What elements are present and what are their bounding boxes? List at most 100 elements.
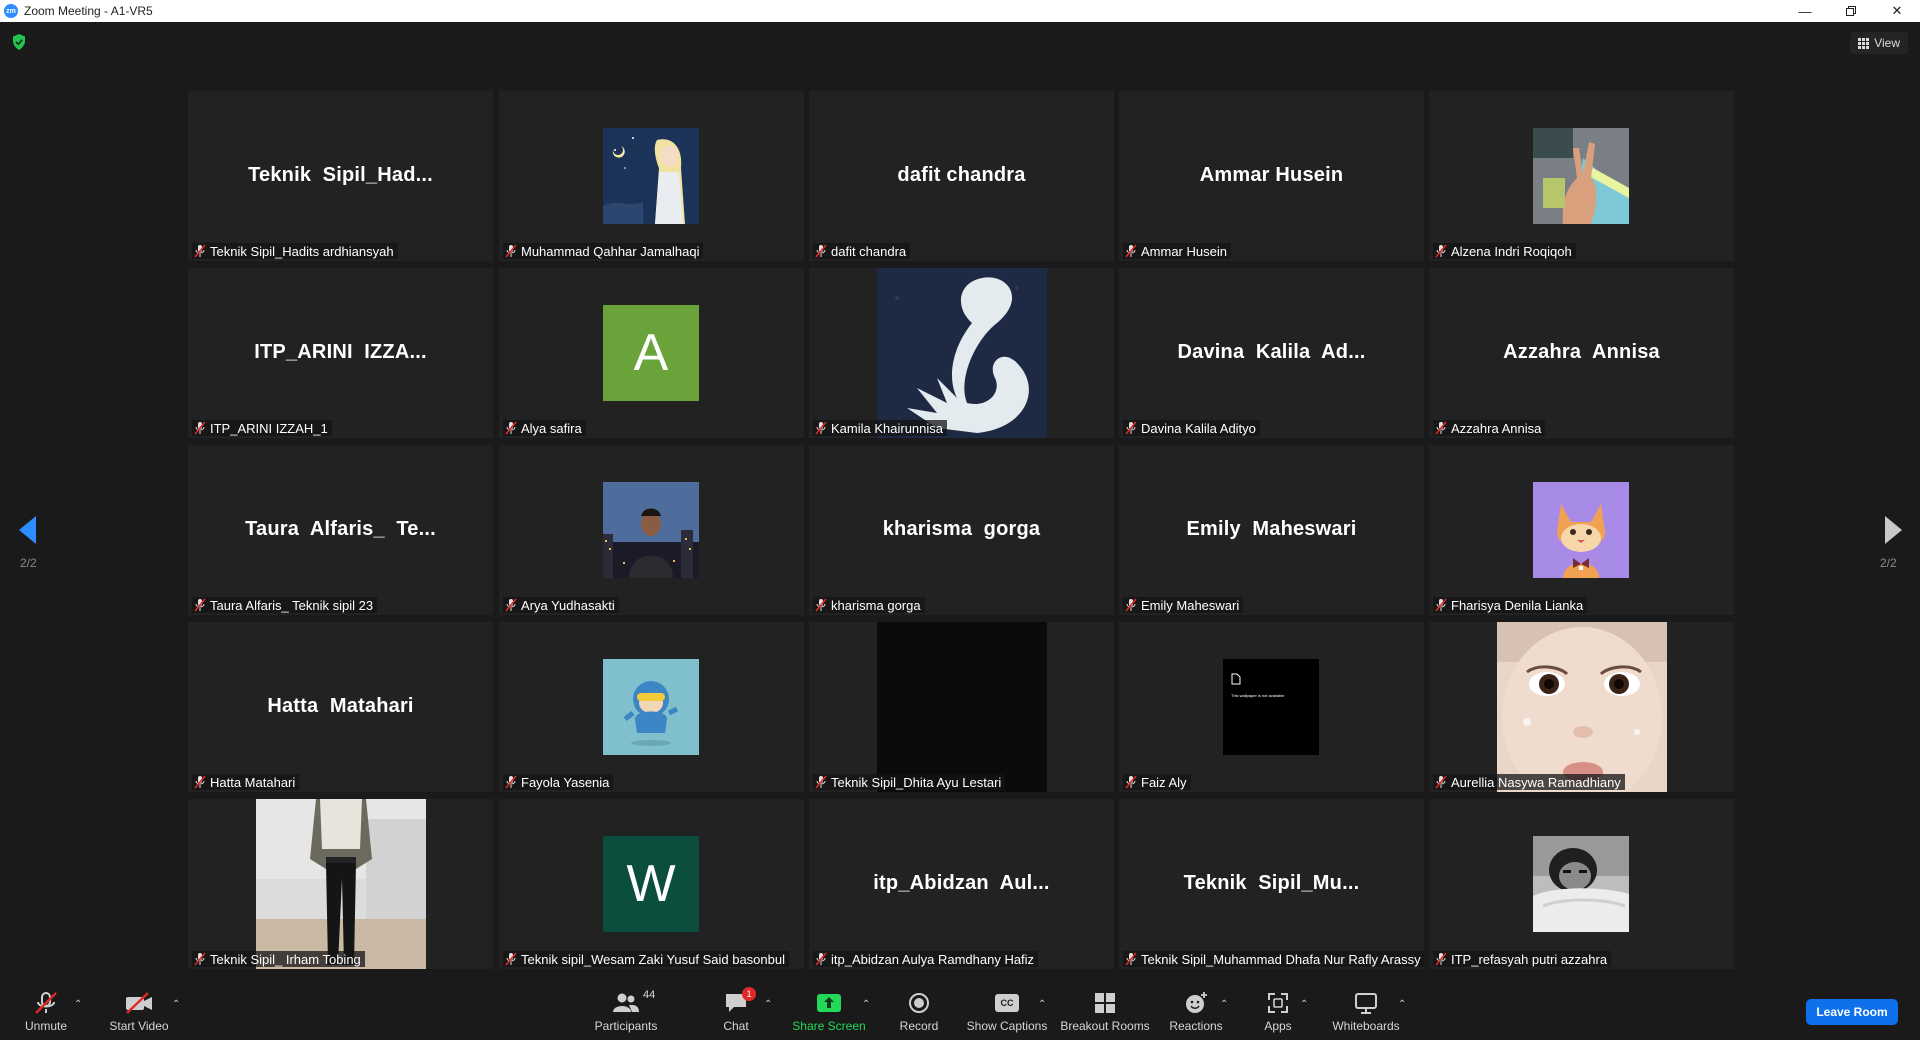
participant-name-tag: Faiz Aly: [1123, 774, 1191, 790]
participant-name-tag: Taura Alfaris_ Teknik sipil 23: [192, 597, 378, 613]
muted-mic-icon: [815, 952, 827, 966]
reactions-button[interactable]: Reactions: [1169, 969, 1223, 1040]
video-options-caret-icon[interactable]: ⌃: [172, 999, 180, 1010]
participant-display-name: Davina Kalila Ad...: [1177, 341, 1366, 363]
chat-options-caret-icon[interactable]: ⌃: [764, 999, 772, 1010]
whiteboards-label: Whiteboards: [1332, 1019, 1400, 1033]
leave-room-button[interactable]: Leave Room: [1806, 999, 1898, 1025]
audio-options-caret-icon[interactable]: ⌃: [74, 999, 82, 1010]
muted-mic-icon: [194, 421, 206, 435]
participant-display-name: Teknik Sipil_Had...: [248, 164, 433, 186]
participant-display-name: Ammar Husein: [1199, 164, 1344, 186]
participant-tile[interactable]: ITP_ARINI IZZA... ITP_ARINI IZZAH_1: [188, 268, 493, 438]
participant-tile[interactable]: Taura Alfaris_ Te... Taura Alfaris_ Tekni…: [188, 445, 493, 615]
view-label: View: [1874, 36, 1900, 50]
participant-tile[interactable]: Kamila Khairunnisa: [809, 268, 1114, 438]
participant-tile[interactable]: This wallpaper is not available Faiz Aly: [1119, 622, 1424, 792]
participant-tile[interactable]: Emily Maheswari Emily Maheswari: [1119, 445, 1424, 615]
muted-mic-icon: [815, 598, 827, 612]
participant-tile[interactable]: Fharisya Denila Lianka: [1429, 445, 1734, 615]
participant-name: kharisma gorga: [831, 597, 921, 613]
show-captions-label: Show Captions: [966, 1019, 1048, 1033]
participant-tile[interactable]: Ammar Husein Ammar Husein: [1119, 91, 1424, 261]
show-captions-button[interactable]: CC Show Captions: [965, 969, 1049, 1040]
participant-tile[interactable]: itp_Abidzan Aul... itp_Abidzan Aulya Ramd…: [809, 799, 1114, 969]
participant-tile[interactable]: dafit chandra dafit chandra: [809, 91, 1114, 261]
participant-tile[interactable]: Teknik Sipil_Mu... Teknik Sipil_Muhammad …: [1119, 799, 1424, 969]
participant-name: Alzena Indri Roqiqoh: [1451, 243, 1572, 259]
participant-tile[interactable]: Hatta Matahari Hatta Matahari: [188, 622, 493, 792]
participant-tile[interactable]: Aurellia Nasywa Ramadhiany: [1429, 622, 1734, 792]
muted-mic-icon: [194, 775, 206, 789]
participant-tile[interactable]: Fayola Yasenia: [499, 622, 804, 792]
muted-mic-icon: [815, 244, 827, 258]
meeting-toolbar: Unmute ⌃ Start Video ⌃ 44 Participants 1…: [0, 969, 1920, 1040]
participant-tile[interactable]: Teknik Sipil_ Irham Tobing: [188, 799, 493, 969]
participant-name: Faiz Aly: [1141, 774, 1187, 790]
participant-tile[interactable]: Alzena Indri Roqiqoh: [1429, 91, 1734, 261]
chat-unread-badge: 1: [742, 987, 756, 1001]
close-button[interactable]: ✕: [1874, 0, 1920, 22]
share-screen-button[interactable]: Share Screen: [792, 969, 866, 1040]
participant-tile[interactable]: Davina Kalila Ad... Davina Kalila Adityo: [1119, 268, 1424, 438]
muted-mic-icon: [1435, 775, 1447, 789]
participants-button[interactable]: 44 Participants: [594, 969, 658, 1040]
muted-mic-icon: [505, 952, 517, 966]
muted-mic-icon: [505, 421, 517, 435]
meeting-area: View 2/2 2/2 Teknik Sipil_Had... Teknik S…: [0, 22, 1920, 969]
participant-name-tag: Emily Maheswari: [1123, 597, 1244, 613]
share-options-caret-icon[interactable]: ⌃: [862, 999, 870, 1010]
whiteboards-options-caret-icon[interactable]: ⌃: [1398, 999, 1406, 1010]
participant-name: itp_Abidzan Aulya Ramdhany Hafiz: [831, 951, 1035, 967]
chat-label: Chat: [723, 1019, 749, 1033]
participant-tile[interactable]: W Teknik sipil_Wesam Zaki Yusuf Said baso…: [499, 799, 804, 969]
encryption-shield-icon[interactable]: [12, 34, 26, 50]
apps-button[interactable]: Apps: [1260, 969, 1296, 1040]
participant-name: Kamila Khairunnisa: [831, 420, 944, 436]
participant-tile[interactable]: A Alya safira: [499, 268, 804, 438]
start-video-button[interactable]: Start Video: [104, 969, 174, 1040]
participant-name: Emily Maheswari: [1141, 597, 1240, 613]
page-indicator-left: 2/2: [20, 556, 37, 570]
apps-options-caret-icon[interactable]: ⌃: [1300, 999, 1308, 1010]
participant-name-tag: Aurellia Nasywa Ramadhiany: [1433, 774, 1625, 790]
participant-tile[interactable]: Teknik Sipil_Dhita Ayu Lestari: [809, 622, 1114, 792]
letter-avatar: A: [603, 305, 699, 401]
view-button[interactable]: View: [1850, 32, 1908, 54]
participant-tile[interactable]: Muhammad Qahhar Jamalhaqi: [499, 91, 804, 261]
muted-mic-icon: [194, 244, 206, 258]
muted-mic-icon: [1435, 952, 1447, 966]
minimize-button[interactable]: —: [1782, 0, 1828, 22]
participant-tile[interactable]: kharisma gorga kharisma gorga: [809, 445, 1114, 615]
whiteboards-button[interactable]: Whiteboards: [1330, 969, 1402, 1040]
participant-name-tag: ITP_refasyah putri azzahra: [1433, 951, 1612, 967]
participant-tile[interactable]: ITP_refasyah putri azzahra: [1429, 799, 1734, 969]
video-off-icon: [126, 992, 152, 1014]
participant-name: Muhammad Qahhar Jamalhaqi: [521, 243, 700, 259]
participant-tile[interactable]: Arya Yudhasakti: [499, 445, 804, 615]
participant-name-tag: Fayola Yasenia: [503, 774, 614, 790]
chat-button[interactable]: 1 Chat: [716, 969, 756, 1040]
participant-tile[interactable]: Azzahra Annisa Azzahra Annisa: [1429, 268, 1734, 438]
next-page-arrow-icon[interactable]: [1884, 516, 1902, 544]
unmute-button[interactable]: Unmute: [18, 969, 74, 1040]
record-button[interactable]: Record: [896, 969, 942, 1040]
participant-name-tag: Teknik Sipil_Muhammad Dhafa Nur Rafly Ar…: [1123, 951, 1424, 967]
captions-options-caret-icon[interactable]: ⌃: [1038, 999, 1046, 1010]
reactions-smiley-icon: [1186, 992, 1207, 1013]
participant-name: Alya safira: [521, 420, 582, 436]
participant-name-tag: dafit chandra: [813, 243, 911, 259]
participant-name-tag: Alzena Indri Roqiqoh: [1433, 243, 1576, 259]
record-icon: [909, 993, 929, 1013]
previous-page-arrow-icon[interactable]: [19, 516, 37, 544]
participant-display-name: Taura Alfaris_ Te...: [245, 518, 436, 540]
participant-tile[interactable]: Teknik Sipil_Had... Teknik Sipil_Hadits a…: [188, 91, 493, 261]
participant-name-tag: Arya Yudhasakti: [503, 597, 619, 613]
breakout-rooms-icon: [1095, 993, 1115, 1013]
participant-name: Davina Kalila Adityo: [1141, 420, 1256, 436]
restore-button[interactable]: [1828, 0, 1874, 22]
breakout-rooms-button[interactable]: Breakout Rooms: [1060, 969, 1150, 1040]
muted-mic-icon: [815, 775, 827, 789]
reactions-options-caret-icon[interactable]: ⌃: [1220, 999, 1228, 1010]
participant-name: ITP_ARINI IZZAH_1: [210, 420, 328, 436]
